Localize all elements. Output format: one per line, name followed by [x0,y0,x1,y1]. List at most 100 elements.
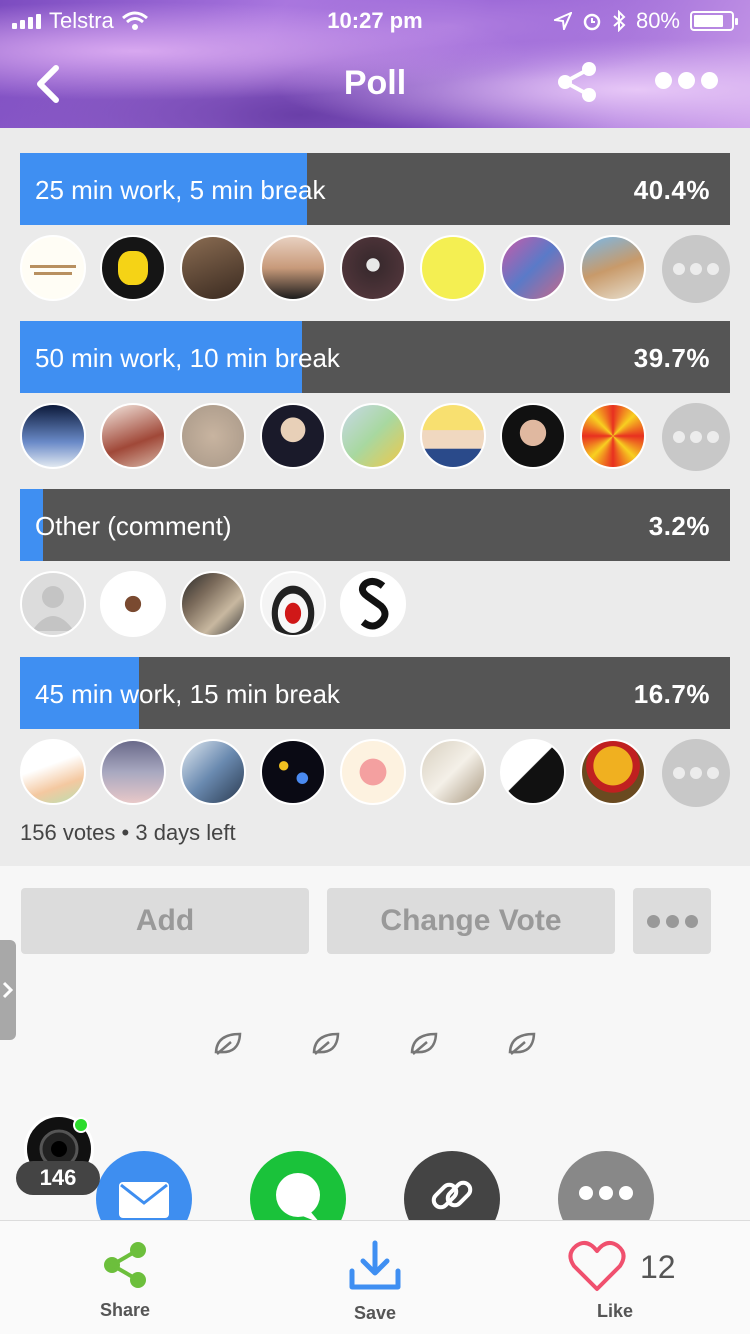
nav-bar: Poll [0,40,750,128]
more-voters-button[interactable] [662,235,730,303]
avatar[interactable] [420,403,486,469]
more-actions-button[interactable] [633,888,711,954]
poll-option-bar[interactable]: 25 min work, 5 min break 40.4% [20,153,730,225]
dot-icon [655,72,672,89]
voter-avatars [20,571,730,639]
voter-avatars [20,235,730,303]
avatar[interactable] [580,739,646,805]
leaf-icon [214,1032,242,1055]
share-tool-label: Share [99,1300,151,1320]
chevron-right-icon [2,981,14,999]
side-drawer-handle[interactable] [0,940,16,1040]
leaf-icon [410,1032,438,1055]
avatar[interactable] [100,739,166,805]
leaf-icon [508,1032,536,1055]
dot-icon [678,72,695,89]
online-indicator [73,1117,89,1133]
like-tool-label: Like [596,1301,634,1321]
share-tool-button[interactable]: Share [75,1221,175,1334]
avatar[interactable] [180,235,246,301]
email-share-button[interactable] [96,1151,192,1220]
share-icon[interactable] [555,60,599,104]
change-vote-button[interactable]: Change Vote [327,888,615,954]
copy-link-button[interactable] [404,1151,500,1220]
avatar[interactable] [260,235,326,301]
poll-actions: Add Change Vote [0,866,750,1126]
poll-option: 25 min work, 5 min break 40.4% [20,153,730,303]
poll-option-bar[interactable]: 45 min work, 15 min break 16.7% [20,657,730,729]
poll-option-label: 50 min work, 10 min break [35,343,340,373]
more-voters-button[interactable] [662,403,730,471]
avatar[interactable] [580,235,646,301]
poll-option-label: 25 min work, 5 min break [35,175,326,205]
more-options-button[interactable] [655,72,718,89]
avatar[interactable] [180,571,246,637]
save-tool-label: Save [353,1303,397,1323]
avatar[interactable] [100,403,166,469]
vote-count: 156 votes [20,820,116,845]
status-bar: Telstra 10:27 pm 80% [0,0,750,40]
avatar[interactable] [20,403,86,469]
message-share-button[interactable] [250,1151,346,1220]
poll-option: 50 min work, 10 min break 39.7% [20,321,730,471]
time-left: 3 days left [135,820,236,845]
poll-option-label: 45 min work, 15 min break [35,679,340,709]
poll-option-label: Other (comment) [35,511,232,541]
battery-percent: 80% [635,8,680,33]
page-title: Poll [343,64,407,102]
poll-option: Other (comment) 3.2% [20,489,730,637]
avatar[interactable] [180,739,246,805]
avatar[interactable] [100,235,166,301]
viewer-count: 146 [16,1161,100,1195]
poll-option: 45 min work, 15 min break 16.7% [20,657,730,807]
default-avatar-icon [32,586,74,631]
separator-dot-icon: • [121,820,136,845]
avatar[interactable] [20,571,86,637]
heart-icon [568,1240,626,1291]
leaf-icon [312,1032,340,1055]
poll-option-percent: 40.4% [633,175,710,205]
avatar[interactable] [260,403,326,469]
avatar[interactable] [340,739,406,805]
poll-option-bar[interactable]: 50 min work, 10 min break 39.7% [20,321,730,393]
avatar[interactable] [340,403,406,469]
avatar[interactable] [500,235,566,301]
more-voters-button[interactable] [662,739,730,807]
dot-icon [701,72,718,89]
header: Telstra 10:27 pm 80% Poll [0,0,750,128]
share-options [0,1126,750,1220]
like-count: 12 [640,1249,676,1285]
share-icon [104,1242,146,1288]
poll-option-percent: 16.7% [633,679,710,709]
bluetooth-icon [613,10,626,32]
avatar[interactable] [420,739,486,805]
poll-option-percent: 3.2% [648,511,710,541]
avatar[interactable] [500,403,566,469]
poll-option-bar[interactable]: Other (comment) 3.2% [20,489,730,561]
more-dots-icon [579,1186,633,1200]
avatar[interactable] [20,739,86,805]
voter-avatars [20,403,730,471]
avatar[interactable] [100,571,166,637]
save-tool-button[interactable]: Save [325,1221,425,1334]
location-icon [553,12,572,30]
avatar[interactable] [500,739,566,805]
avatar[interactable] [260,571,326,637]
more-share-button[interactable] [558,1151,654,1220]
poll-option-percent: 39.7% [633,343,710,373]
alarm-icon [583,13,601,31]
avatar[interactable] [260,739,326,805]
section-sign-icon [358,577,389,630]
voter-avatars [20,739,730,807]
avatar[interactable] [340,571,406,637]
avatar[interactable] [20,235,86,301]
avatar[interactable] [340,235,406,301]
poll-meta: 156 votes • 3 days left [20,820,236,846]
battery-icon [690,11,738,31]
avatar[interactable] [580,403,646,469]
avatar[interactable] [180,403,246,469]
avatar[interactable] [420,235,486,301]
add-button[interactable]: Add [21,888,309,954]
battery-level [694,15,723,27]
bottom-toolbar: Share Save Like 12 [0,1220,750,1334]
